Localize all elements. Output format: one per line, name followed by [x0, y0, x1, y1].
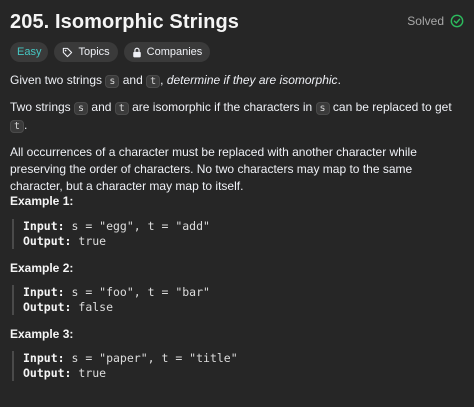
example-1-output: Output: true: [23, 234, 210, 249]
input-label: Input:: [23, 219, 65, 233]
description-paragraph-2: Two strings s and t are isomorphic if th…: [10, 99, 466, 135]
companies-label: Companies: [146, 46, 203, 58]
example-3-block: Input: s = "paper", t = "title" Output: …: [12, 351, 238, 381]
problem-header: 205. Isomorphic Strings Solved: [10, 9, 464, 35]
output-label: Output:: [23, 234, 72, 248]
text: .: [337, 73, 341, 87]
example-1-input: Input: s = "egg", t = "add": [23, 219, 210, 234]
description-paragraph-3: All occurrences of a character must be r…: [10, 145, 417, 193]
text: .: [24, 118, 28, 132]
emphasis-text: determine if they are isomorphic: [166, 73, 338, 87]
example-1-title: Example 1:: [10, 194, 74, 208]
inline-code-t: t: [10, 120, 25, 133]
output-value: true: [71, 366, 107, 380]
tag-icon: [62, 47, 73, 58]
text: Given two strings: [10, 73, 106, 87]
lock-icon: [132, 47, 142, 58]
input-value: s = "foo", t = "bar": [64, 285, 210, 299]
problem-page: 205. Isomorphic Strings Solved Easy Topi…: [0, 0, 474, 407]
input-label: Input:: [23, 351, 65, 365]
problem-description: Given two strings s and t, determine if …: [10, 72, 466, 204]
companies-button[interactable]: Companies: [123, 42, 211, 62]
inline-code-t: t: [146, 75, 161, 88]
check-circle-icon: [450, 14, 464, 28]
input-value: s = "egg", t = "add": [64, 219, 210, 233]
example-1-block: Input: s = "egg", t = "add" Output: true: [12, 219, 210, 249]
example-2-title: Example 2:: [10, 261, 74, 275]
topics-label: Topics: [78, 46, 110, 58]
example-2-block: Input: s = "foo", t = "bar" Output: fals…: [12, 285, 210, 315]
text: can be replaced to get: [329, 100, 452, 114]
solved-status: Solved: [407, 13, 464, 29]
text: and: [119, 73, 147, 87]
input-label: Input:: [23, 285, 65, 299]
example-3-title: Example 3:: [10, 327, 74, 341]
example-3-output: Output: true: [23, 366, 238, 381]
topics-button[interactable]: Topics: [54, 42, 118, 62]
inline-code-s: s: [315, 102, 330, 115]
input-value: s = "paper", t = "title": [64, 351, 238, 365]
inline-code-s: s: [74, 102, 89, 115]
text: ,: [160, 73, 167, 87]
inline-code-t: t: [114, 102, 129, 115]
inline-code-s: s: [105, 75, 120, 88]
difficulty-badge: Easy: [10, 42, 49, 62]
text: Two strings: [10, 100, 75, 114]
problem-title: 205. Isomorphic Strings: [10, 11, 240, 33]
description-paragraph-1: Given two strings s and t, determine if …: [10, 72, 466, 90]
solved-label: Solved: [407, 14, 444, 28]
output-value: false: [71, 300, 114, 314]
output-label: Output:: [23, 300, 72, 314]
output-label: Output:: [23, 366, 72, 380]
example-2-input: Input: s = "foo", t = "bar": [23, 285, 210, 300]
text: are isomorphic if the characters in: [128, 100, 316, 114]
output-value: true: [71, 234, 107, 248]
example-3-input: Input: s = "paper", t = "title": [23, 351, 238, 366]
tag-row: Easy Topics Companies: [10, 42, 211, 62]
text: and: [88, 100, 115, 114]
example-2-output: Output: false: [23, 300, 210, 315]
